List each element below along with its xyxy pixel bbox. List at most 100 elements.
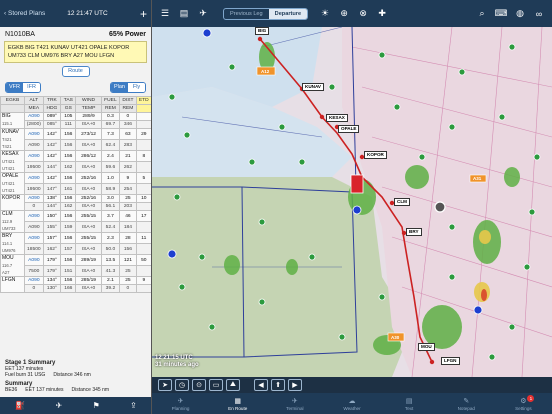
north-up-icon[interactable]: ◷ <box>175 379 189 391</box>
table-cell: 159 <box>60 221 77 233</box>
flag-label-1: A12 <box>261 69 270 74</box>
previous-leg-button[interactable]: Previous Leg <box>224 9 269 19</box>
settings-icon: ⚙ <box>520 397 527 405</box>
column-header: TEMP <box>75 104 102 113</box>
table-cell: 155° <box>42 221 62 233</box>
notepad-icon: ✎ <box>463 397 470 405</box>
tab-notepad[interactable]: ✎ Notepad <box>443 397 489 411</box>
table-cell: ISA+0 <box>75 243 102 255</box>
waypoint-cell: KOPOR <box>0 194 26 211</box>
tab-label: Notepad <box>457 405 475 411</box>
emergency-icon[interactable]: ✚ <box>375 7 389 21</box>
tab-weather[interactable]: ☁ Weather <box>329 397 375 411</box>
tab-text[interactable]: ▤ Text <box>386 397 432 411</box>
tab-settings[interactable]: ⚙ 1 Settings <box>500 394 546 411</box>
table-row[interactable]: OPALE UT421 UT421 A090 142° 156 252/16 1.0 9 5 <box>0 172 151 195</box>
route-string-field[interactable]: EGKB BIG T421 KUNAV UT421 OPALE KOPOR UM… <box>4 41 147 63</box>
link-icon[interactable]: ∞ <box>532 7 546 21</box>
instruments-icon[interactable]: ▭ <box>209 379 223 391</box>
search-icon[interactable]: ⌕ <box>475 7 489 21</box>
map-controls: ➤ ◷ ⊙ ▭ ⛰ ◀ ⬆ ▶ <box>152 377 552 393</box>
table-row[interactable]: CLM 112.9 UM733 A090 150° 156 255/15 3.7 46 17 <box>0 210 151 233</box>
waypoint-frequency: T421 <box>2 137 12 142</box>
sectional-map[interactable]: A12 A30 A31 BIG KUNAV KESAX OPALE KOPOR … <box>152 27 552 377</box>
airplane-icon[interactable]: ✈ <box>196 7 210 21</box>
waypoint-name: BIG <box>2 113 11 120</box>
waypoint-label-kesax[interactable]: KESAX <box>326 114 348 122</box>
tab-terminal[interactable]: ✈ Terminal <box>272 397 318 411</box>
back-button[interactable]: ‹ Stored Plans <box>4 10 45 17</box>
crosshair-icon[interactable]: ⊕ <box>337 7 351 21</box>
tab-label: Text <box>404 405 414 411</box>
table-cell: 252/16 <box>75 194 102 203</box>
waypoint-label-opale[interactable]: OPALE <box>338 125 360 133</box>
stop-icon[interactable]: ⊗ <box>356 7 370 21</box>
share-icon[interactable]: ⇪ <box>130 401 137 410</box>
table-cell: 17 <box>135 210 151 222</box>
direct-to-icon[interactable]: ⬆ <box>271 379 285 391</box>
table-cell: 346 <box>119 120 137 129</box>
layers-icon[interactable]: ▤ <box>177 7 191 21</box>
route-button[interactable]: Route <box>61 66 90 77</box>
column-header: WIND <box>75 96 102 105</box>
flag-icon[interactable]: ⚑ <box>93 401 100 410</box>
planning-icon: ✈ <box>177 397 184 405</box>
ifr-option[interactable]: IFR <box>23 83 40 92</box>
table-cell: 7.3 <box>100 128 121 140</box>
waypoint-label-bry[interactable]: BRY <box>406 228 422 236</box>
departure-button[interactable]: Departure <box>268 8 308 19</box>
waypoint-label-clm[interactable]: CLM <box>394 198 410 206</box>
table-cell: 142° <box>42 139 62 151</box>
keyboard-icon[interactable]: ⌨ <box>494 7 508 21</box>
timer-icon[interactable]: ⊙ <box>192 379 206 391</box>
table-cell: 286/12 <box>75 150 102 162</box>
waypoint-name: BRY <box>2 233 13 240</box>
table-cell: 285/19 <box>75 276 102 285</box>
waypoint-label-lfgn[interactable]: LFGN <box>441 357 460 365</box>
plane-icon[interactable]: ✈ <box>56 401 63 410</box>
table-cell: 144° <box>42 202 62 211</box>
table-row[interactable]: BRY 114.1 UM976 A090 157° 156 255/15 2.3 28 11 <box>0 232 151 255</box>
waypoint-label-mou[interactable]: MOU <box>418 343 435 351</box>
waypoint-label-big[interactable]: BIG <box>255 27 270 35</box>
table-row[interactable]: MOU 116.7 A27 A090 179° 156 289/19 13.5 121 50 <box>0 254 151 277</box>
list-icon[interactable]: ☰ <box>158 7 172 21</box>
waypoint-name: KESAX <box>2 151 19 158</box>
globe-icon[interactable]: ◍ <box>513 7 527 21</box>
tab-label: Planning <box>171 405 190 411</box>
table-row[interactable]: KOPOR A090 138° 156 252/16 3.0 25 10 <box>0 194 151 211</box>
tab-planning[interactable]: ✈ Planning <box>158 397 204 411</box>
vfr-option[interactable]: VFR <box>6 83 23 92</box>
table-cell: 156 <box>60 254 77 266</box>
prev-waypoint-icon[interactable]: ◀ <box>254 379 268 391</box>
table-cell: A090 <box>24 139 44 151</box>
brightness-icon[interactable]: ☀ <box>318 7 332 21</box>
aircraft-registration[interactable]: N1010BA <box>5 31 35 38</box>
track-up-icon[interactable]: ➤ <box>158 379 172 391</box>
table-cell: 62.4 <box>100 139 121 151</box>
airway-name: UT421 <box>2 188 15 193</box>
fuel-icon[interactable]: ⛽ <box>15 401 25 410</box>
table-cell: 25 <box>119 276 137 285</box>
waypoint-label-kunav[interactable]: KUNAV <box>302 83 324 91</box>
fly-option[interactable]: Fly <box>128 83 145 92</box>
table-row[interactable]: KUNAV T421 T421 A090 142° 156 273/12 7.3 63 29 <box>0 128 151 151</box>
plan-option[interactable]: Plan <box>111 83 128 92</box>
table-row[interactable]: BIG 115.1 A090 089° 105 289/9 0.3 0 <box>0 112 151 129</box>
power-setting[interactable]: 65% Power <box>109 31 146 38</box>
add-button[interactable]: + <box>140 8 147 20</box>
table-cell: 46 <box>119 210 137 222</box>
column-header <box>135 104 151 113</box>
profile-icon[interactable]: ⛰ <box>226 379 240 391</box>
tab-en-route[interactable]: ▦ En Route <box>215 397 261 411</box>
next-waypoint-icon[interactable]: ▶ <box>288 379 302 391</box>
table-cell: 105 <box>60 112 77 121</box>
waypoint-label-kopor[interactable]: KOPOR <box>364 151 387 159</box>
table-cell: 0 <box>24 284 44 293</box>
table-cell: 147° <box>42 183 62 195</box>
table-cell: 8 <box>135 150 151 162</box>
table-cell: 63 <box>119 128 137 140</box>
table-cell: 19500 <box>24 161 44 173</box>
table-row[interactable]: LFGN A090 134° 156 285/19 2.1 25 9 <box>0 276 151 293</box>
table-row[interactable]: KESAX UT421 UT421 A090 142° 156 286/12 2.4 21 8 <box>0 150 151 173</box>
